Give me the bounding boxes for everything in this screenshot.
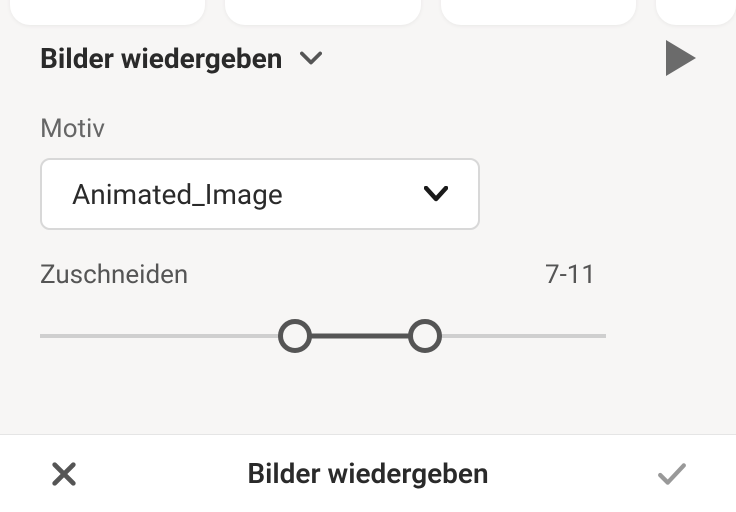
motiv-label: Motiv <box>40 114 696 144</box>
trim-label: Zuschneiden <box>40 260 188 290</box>
faded-tab <box>656 0 736 25</box>
slider-handle-end[interactable] <box>408 319 442 353</box>
section-title-dropdown[interactable]: Bilder wiedergeben <box>40 42 322 75</box>
section-title: Bilder wiedergeben <box>40 42 282 75</box>
footer-title: Bilder wiedergeben <box>247 457 488 490</box>
slider-handle-start[interactable] <box>278 319 312 353</box>
footer-bar: Bilder wiedergeben <box>0 434 736 512</box>
motiv-dropdown[interactable]: Animated_Image <box>40 158 480 230</box>
faded-tab <box>441 0 636 25</box>
trim-range-slider[interactable] <box>40 316 606 356</box>
motiv-selected-value: Animated_Image <box>72 178 283 211</box>
cancel-button[interactable] <box>48 458 80 490</box>
chevron-down-icon <box>424 186 448 202</box>
background-tabs <box>0 0 736 25</box>
faded-tab <box>10 0 205 25</box>
slider-selected-range <box>295 334 425 339</box>
play-icon[interactable] <box>666 40 696 76</box>
faded-tab <box>225 0 420 25</box>
trim-value: 7-11 <box>545 260 596 290</box>
confirm-button[interactable] <box>656 458 688 490</box>
chevron-down-icon[interactable] <box>300 51 322 65</box>
